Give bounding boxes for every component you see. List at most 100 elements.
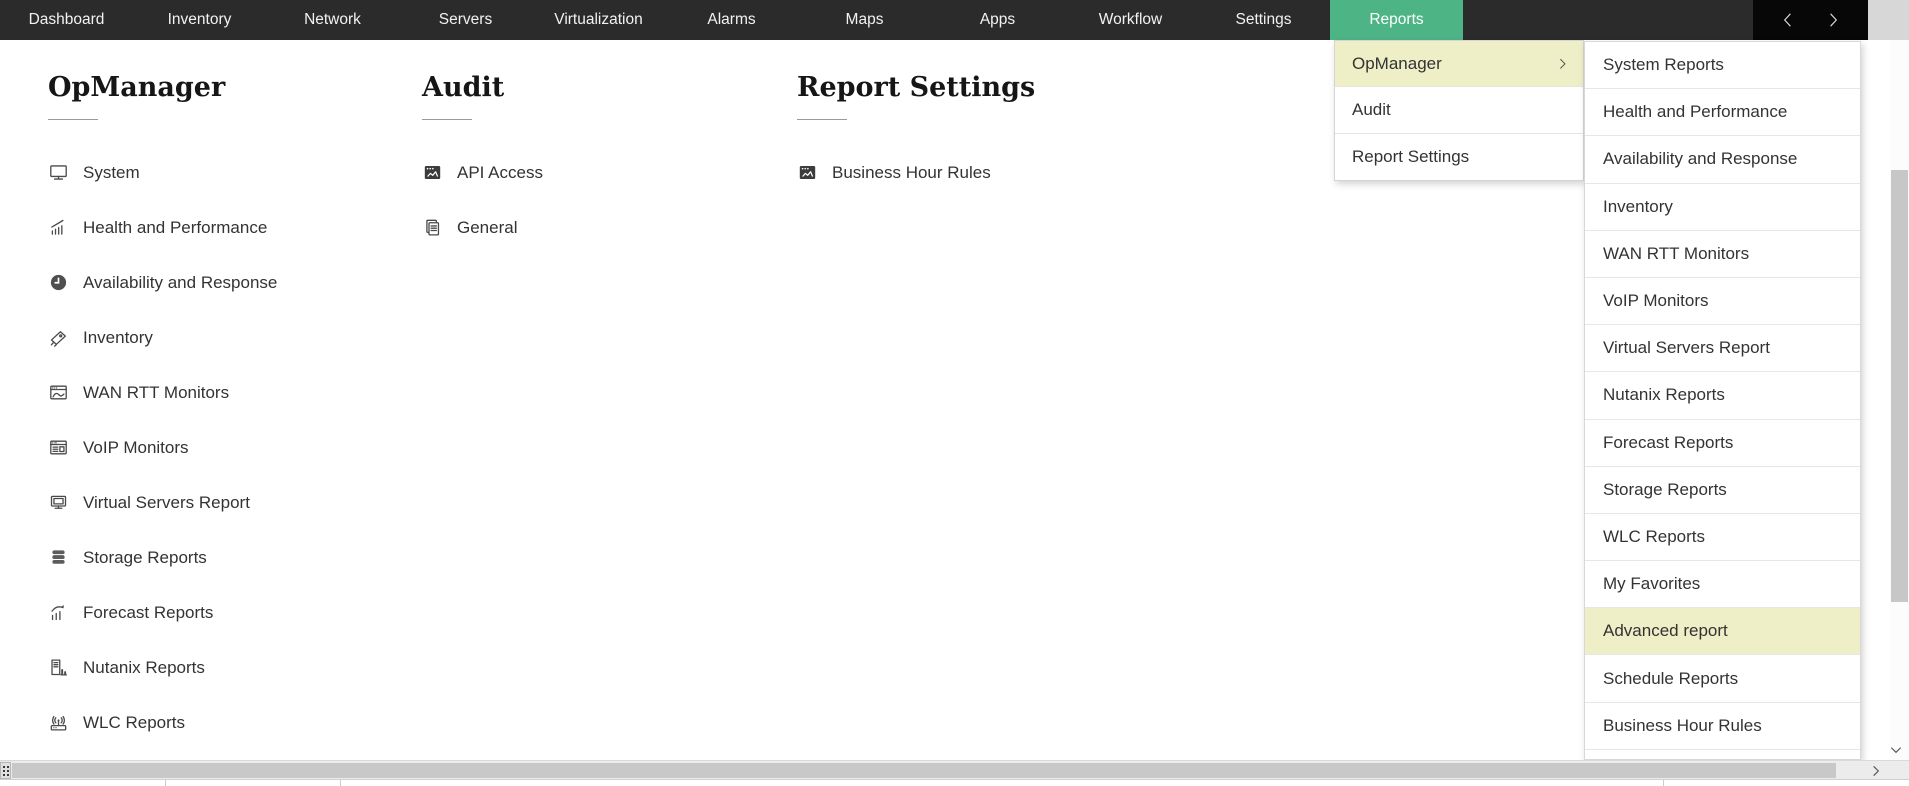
submenu-item-storage-reports[interactable]: Storage Reports [1585,467,1860,514]
column-title: Audit [422,72,505,103]
menu-item-forecast-reports[interactable]: Forecast Reports [48,585,277,640]
submenu-item-label: Inventory [1603,196,1673,216]
submenu-item-label: Advanced report [1603,621,1728,641]
submenu-item-label: Virtual Servers Report [1603,338,1770,358]
performance-chart-icon [48,217,69,238]
title-underline [422,119,472,120]
horizontal-scrollbar-thumb[interactable] [12,763,1836,778]
submenu-item-virtual-servers-report[interactable]: Virtual Servers Report [1585,325,1860,373]
submenu-item-wan-rtt-monitors[interactable]: WAN RTT Monitors [1585,231,1860,278]
nav-scroll-right-icon[interactable] [1823,10,1843,30]
submenu-item-inventory[interactable]: Inventory [1585,184,1860,231]
submenu-item-schedule-reports[interactable]: Schedule Reports [1585,655,1860,703]
title-underline [48,119,98,120]
menu-item-label: VoIP Monitors [83,437,189,457]
menu-item-availability-and-response[interactable]: Availability and Response [48,255,277,310]
submenu-item-advanced-report[interactable]: Advanced report [1585,608,1860,656]
reports-dropdown-menu: OpManager Audit Report Settings [1334,40,1584,181]
forecast-chart-icon [48,602,69,623]
scroll-down-chevron-icon[interactable] [1888,742,1904,758]
menu-item-label: API Access [457,162,543,182]
nav-scroll-controls [1753,0,1868,40]
clock-icon [48,272,69,293]
dropdown-item-audit[interactable]: Audit [1335,87,1583,134]
nav-tab-alarms[interactable]: Alarms [665,0,798,40]
menu-item-storage-reports[interactable]: Storage Reports [48,530,277,585]
nav-scroll-left-icon[interactable] [1778,10,1798,30]
submenu-item-health-and-performance[interactable]: Health and Performance [1585,89,1860,137]
submenu-item-label: Business Hour Rules [1603,715,1762,735]
virtual-monitor-icon [48,492,69,513]
submenu-item-label: Health and Performance [1603,102,1788,122]
column-audit: Audit API Access General [422,70,543,255]
vertical-scrollbar[interactable] [1890,40,1909,760]
menu-item-wan-rtt-monitors[interactable]: WAN RTT Monitors [48,365,277,420]
nav-tab-inventory[interactable]: Inventory [133,0,266,40]
menu-item-label: Nutanix Reports [83,657,205,677]
submenu-item-availability-and-response[interactable]: Availability and Response [1585,136,1860,184]
menu-item-system[interactable]: System [48,145,277,200]
nav-tab-workflow[interactable]: Workflow [1064,0,1197,40]
menu-item-virtual-servers-report[interactable]: Virtual Servers Report [48,475,277,530]
wan-window-icon [48,382,69,403]
opmanager-screen: Dashboard Inventory Network Servers Virtuali… [0,0,1909,786]
menu-item-business-hour-rules[interactable]: Business Hour Rules [797,145,1035,200]
submenu-item-forecast-reports[interactable]: Forecast Reports [1585,420,1860,467]
nav-tab-settings[interactable]: Settings [1197,0,1330,40]
nav-tab-network[interactable]: Network [266,0,399,40]
nav-tab-dashboard[interactable]: Dashboard [0,0,133,40]
menu-item-label: Storage Reports [83,547,207,567]
title-underline [797,119,847,120]
submenu-item-label: Forecast Reports [1603,432,1734,452]
scroll-right-chevron-icon[interactable] [1868,763,1884,779]
submenu-item-label: My Favorites [1603,574,1701,594]
column-divider [165,780,166,786]
menu-item-label: System [83,162,140,182]
column-title: Report Settings [797,72,1036,103]
monitor-icon [48,162,69,183]
menu-item-general[interactable]: General [422,200,543,255]
document-icon [422,217,443,238]
dropdown-item-label: Report Settings [1352,146,1470,166]
submenu-item-voip-monitors[interactable]: VoIP Monitors [1585,278,1860,326]
building-chart-icon [48,657,69,678]
business-window-icon [797,162,818,183]
network-card-icon [48,327,69,348]
menu-item-label: Forecast Reports [83,602,214,622]
menu-item-voip-monitors[interactable]: VoIP Monitors [48,420,277,475]
submenu-item-label: VoIP Monitors [1603,291,1709,311]
vertical-scrollbar-thumb[interactable] [1891,170,1908,602]
nav-tab-apps[interactable]: Apps [931,0,1064,40]
submenu-item-my-favorites[interactable]: My Favorites [1585,561,1860,609]
horizontal-scrollbar[interactable] [0,760,1909,779]
wireless-controller-icon [48,712,69,733]
menu-item-api-access[interactable]: API Access [422,145,543,200]
nav-tab-reports[interactable]: Reports [1330,0,1463,40]
submenu-item-nutanix-reports[interactable]: Nutanix Reports [1585,372,1860,420]
submenu-item-label: Availability and Response [1603,149,1798,169]
column-divider [1663,780,1664,786]
submenu-item-business-hour-rules[interactable]: Business Hour Rules [1585,703,1860,750]
menu-item-label: Business Hour Rules [832,162,991,182]
menu-item-wlc-reports[interactable]: WLC Reports [48,695,277,750]
scrollbar-grip-icon[interactable] [0,762,11,779]
database-icon [48,547,69,568]
submenu-item-system-reports[interactable]: System Reports [1585,42,1860,90]
nav-tab-maps[interactable]: Maps [798,0,931,40]
dropdown-item-opmanager[interactable]: OpManager [1335,41,1583,88]
dropdown-item-label: Audit [1352,99,1391,119]
menu-item-inventory[interactable]: Inventory [48,310,277,365]
menu-item-nutanix-reports[interactable]: Nutanix Reports [48,640,277,695]
submenu-item-label: Schedule Reports [1603,668,1739,688]
menu-item-label: WAN RTT Monitors [83,382,230,402]
submenu-item-label: WAN RTT Monitors [1603,243,1750,263]
chevron-right-icon [1555,56,1570,71]
column-item-list: API Access General [422,145,543,255]
menu-item-health-and-performance[interactable]: Health and Performance [48,200,277,255]
submenu-item-wlc-reports[interactable]: WLC Reports [1585,514,1860,562]
dropdown-item-report-settings[interactable]: Report Settings [1335,134,1583,180]
menu-item-label: Virtual Servers Report [83,492,250,512]
nav-tab-virtualization[interactable]: Virtualization [532,0,665,40]
nav-tab-servers[interactable]: Servers [399,0,532,40]
menu-item-label: Inventory [83,327,153,347]
